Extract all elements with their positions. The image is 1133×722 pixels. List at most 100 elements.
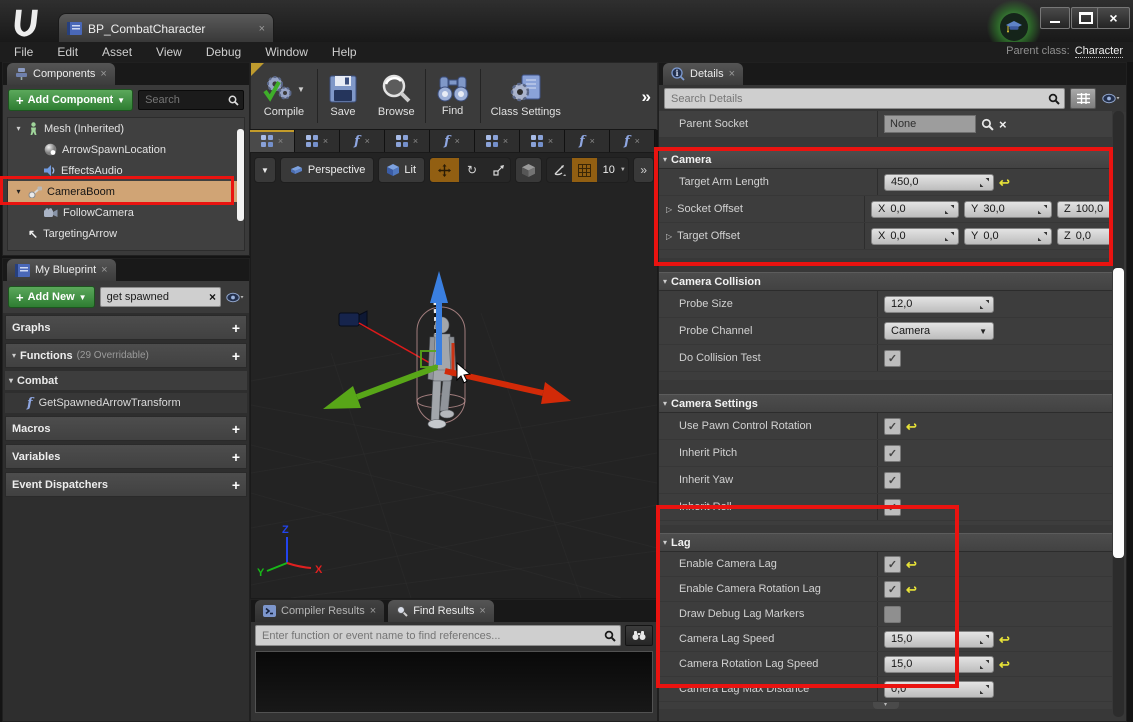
graph-tab-8[interactable]: f× bbox=[610, 130, 655, 152]
scale-tool-button[interactable] bbox=[485, 158, 511, 182]
find-in-blueprints-button[interactable] bbox=[625, 625, 653, 646]
collapsed-arrow-icon[interactable]: ▷ bbox=[666, 232, 672, 241]
component-item-cameraboom[interactable]: ▾CameraBoom bbox=[8, 181, 244, 202]
add-icon[interactable]: + bbox=[232, 348, 240, 364]
property-value-spinbox[interactable]: X0,0 bbox=[871, 201, 959, 218]
lit-mode-button[interactable]: Lit bbox=[378, 157, 425, 183]
subsection-combat[interactable]: ▾Combat bbox=[5, 371, 247, 390]
close-icon[interactable]: × bbox=[100, 68, 106, 80]
section-header-camera[interactable]: ▾Camera bbox=[659, 150, 1112, 169]
component-item-followcamera[interactable]: FollowCamera bbox=[8, 202, 244, 223]
reset-to-default-icon[interactable]: ↩ bbox=[906, 420, 917, 433]
section-event-dispatchers[interactable]: Event Dispatchers+ bbox=[5, 472, 247, 497]
menu-help[interactable]: Help bbox=[332, 45, 357, 59]
eye-filter-icon[interactable] bbox=[1101, 93, 1121, 104]
property-checkbox[interactable]: ✓ bbox=[884, 499, 901, 516]
components-search[interactable] bbox=[138, 90, 244, 110]
reset-to-default-icon[interactable]: ↩ bbox=[999, 658, 1010, 671]
graph-tab-1[interactable]: × bbox=[295, 130, 340, 152]
property-dropdown[interactable]: Camera▼ bbox=[884, 322, 994, 340]
spinbox-drag-icon[interactable] bbox=[1038, 232, 1047, 241]
property-checkbox[interactable]: ✓ bbox=[884, 581, 901, 598]
menu-view[interactable]: View bbox=[156, 45, 182, 59]
graph-tab-6[interactable]: × bbox=[520, 130, 565, 152]
section-header-camera-collision[interactable]: ▾Camera Collision bbox=[659, 272, 1112, 291]
property-checkbox[interactable] bbox=[884, 606, 901, 623]
tab-components[interactable]: Components × bbox=[7, 63, 115, 85]
parent-class-link[interactable]: Character bbox=[1075, 45, 1123, 58]
details-search[interactable] bbox=[664, 88, 1065, 109]
property-value-spinbox[interactable]: Y30,0 bbox=[964, 201, 1052, 218]
add-icon[interactable]: + bbox=[232, 320, 240, 336]
spinbox-drag-icon[interactable] bbox=[980, 178, 989, 187]
menu-file[interactable]: File bbox=[14, 45, 33, 59]
find-references-search[interactable] bbox=[255, 625, 621, 646]
close-icon[interactable]: × bbox=[101, 264, 107, 276]
property-value-spinbox[interactable]: 15,0 bbox=[884, 631, 994, 648]
spinbox-drag-icon[interactable] bbox=[980, 300, 989, 309]
collapsed-arrow-icon[interactable]: ▷ bbox=[666, 205, 672, 214]
close-window-button[interactable]: × bbox=[1097, 7, 1130, 29]
graph-tab-3[interactable]: × bbox=[385, 130, 430, 152]
close-icon[interactable]: × bbox=[365, 136, 370, 146]
perspective-button[interactable]: Perspective bbox=[280, 157, 374, 183]
property-value-spinbox[interactable]: X0,0 bbox=[871, 228, 959, 245]
property-value-spinbox[interactable]: 0,0 bbox=[884, 681, 994, 698]
property-value-spinbox[interactable]: 15,0 bbox=[884, 656, 994, 673]
chevron-down-icon[interactable]: ▼ bbox=[297, 85, 305, 94]
section-header-lag[interactable]: ▾Lag bbox=[659, 533, 1112, 552]
spinbox-drag-icon[interactable] bbox=[980, 635, 989, 644]
close-icon[interactable]: × bbox=[278, 136, 283, 146]
graph-tab-7[interactable]: f× bbox=[565, 130, 610, 152]
close-icon[interactable]: × bbox=[503, 136, 508, 146]
section-macros[interactable]: Macros+ bbox=[5, 416, 247, 441]
section-graphs[interactable]: Graphs+ bbox=[5, 315, 247, 340]
component-item-mesh-inherited-[interactable]: ▾Mesh (Inherited) bbox=[8, 118, 244, 139]
close-icon[interactable]: × bbox=[548, 136, 553, 146]
reset-to-default-icon[interactable]: ↩ bbox=[999, 176, 1010, 189]
property-checkbox[interactable]: ✓ bbox=[884, 472, 901, 489]
component-item-arrowspawnlocation[interactable]: ArrowSpawnLocation bbox=[8, 139, 244, 160]
components-scrollbar[interactable] bbox=[237, 129, 244, 221]
tab-compiler-results[interactable]: Compiler Results× bbox=[255, 600, 384, 622]
function-item-getspawnedarrowtransform[interactable]: fGetSpawnedArrowTransform bbox=[5, 393, 247, 413]
translate-tool-button[interactable] bbox=[430, 158, 459, 182]
close-icon[interactable]: × bbox=[413, 136, 418, 146]
add-icon[interactable]: + bbox=[232, 477, 240, 493]
search-socket-icon[interactable] bbox=[981, 118, 994, 131]
my-blueprint-search-input[interactable] bbox=[105, 290, 206, 304]
menu-debug[interactable]: Debug bbox=[206, 45, 241, 59]
property-value-spinbox[interactable]: Z100,0 bbox=[1057, 201, 1112, 218]
reset-to-default-icon[interactable]: ↩ bbox=[906, 558, 917, 571]
minimize-button[interactable] bbox=[1040, 7, 1070, 29]
component-item-targetingarrow[interactable]: ↖TargetingArrow bbox=[8, 223, 244, 244]
property-matrix-button[interactable] bbox=[1070, 88, 1096, 109]
graph-tab-2[interactable]: f× bbox=[340, 130, 385, 152]
reset-to-default-icon[interactable]: ↩ bbox=[906, 583, 917, 596]
toolbar-overflow-chevron[interactable]: » bbox=[642, 87, 651, 107]
graph-tab-5[interactable]: × bbox=[475, 130, 520, 152]
find-references-input[interactable] bbox=[260, 629, 601, 643]
clear-socket-icon[interactable]: × bbox=[999, 117, 1007, 132]
graph-tab-4[interactable]: f× bbox=[430, 130, 475, 152]
save-button[interactable]: Save bbox=[318, 63, 368, 129]
class-settings-button[interactable]: Class Settings bbox=[481, 63, 571, 129]
tab-find-results[interactable]: Find Results× bbox=[388, 600, 494, 622]
spinbox-drag-icon[interactable] bbox=[980, 660, 989, 669]
viewport[interactable]: Z Y X ▼ Perspective Lit ↻ bbox=[250, 152, 658, 599]
asset-tab[interactable]: BP_CombatCharacter × bbox=[58, 13, 274, 43]
surface-snapping-button[interactable] bbox=[515, 157, 542, 183]
property-checkbox[interactable]: ✓ bbox=[884, 556, 901, 573]
property-value-spinbox[interactable]: Z0,0 bbox=[1057, 228, 1112, 245]
close-icon[interactable]: × bbox=[479, 605, 485, 617]
tab-my-blueprint[interactable]: My Blueprint × bbox=[7, 259, 116, 281]
spinbox-drag-icon[interactable] bbox=[1038, 205, 1047, 214]
find-button[interactable]: Find bbox=[426, 63, 480, 129]
browse-button[interactable]: Browse bbox=[368, 63, 425, 129]
details-search-input[interactable] bbox=[669, 92, 1045, 106]
viewport-options-button[interactable]: ▼ bbox=[254, 157, 276, 183]
spinbox-drag-icon[interactable] bbox=[945, 205, 954, 214]
component-item-effectsaudio[interactable]: EffectsAudio bbox=[8, 160, 244, 181]
property-value-spinbox[interactable]: 450,0 bbox=[884, 174, 994, 191]
section-functions[interactable]: ▾Functions(29 Overridable)+ bbox=[5, 343, 247, 368]
